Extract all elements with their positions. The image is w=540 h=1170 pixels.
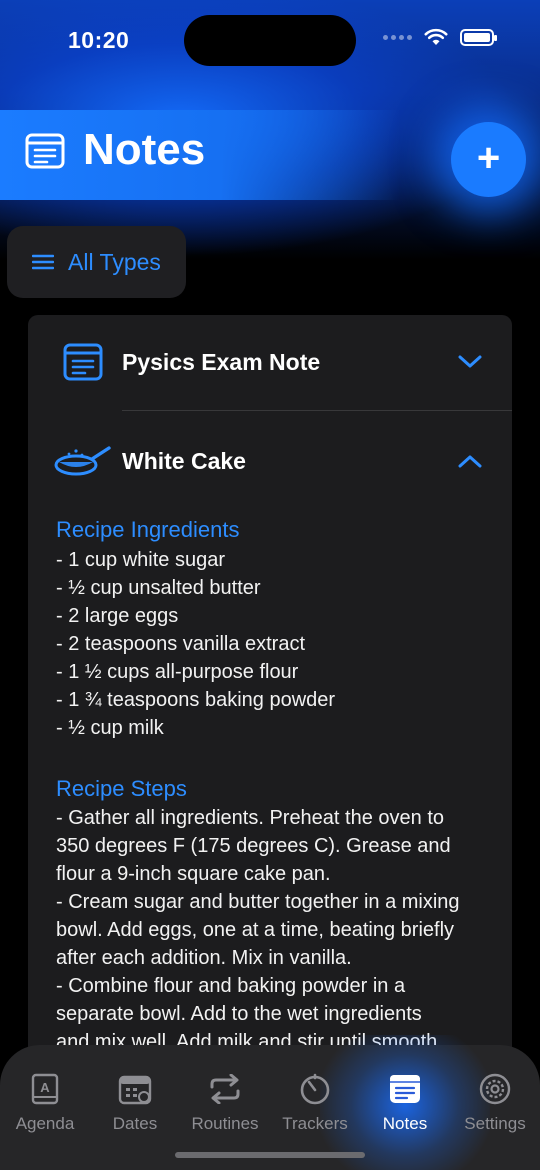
notes-icon [390,1075,420,1103]
notes-card: Pysics Exam Note White Cake Recipe Ingre… [28,315,512,1075]
status-icons [383,28,497,46]
note-row-pysics-exam[interactable]: Pysics Exam Note [28,315,512,411]
tab-label: Trackers [282,1114,348,1133]
tab-settings[interactable]: Settings [450,1072,540,1134]
page-title: Notes [83,125,206,174]
tab-routines[interactable]: Routines [180,1072,270,1134]
add-note-button[interactable]: + [451,122,526,197]
tab-agenda[interactable]: A Agenda [0,1072,90,1134]
ingredient-line: - 1 cup white sugar [56,549,225,571]
timer-icon [300,1073,330,1105]
note-title: Pysics Exam Note [122,349,321,375]
pan-icon [54,446,111,476]
svg-text:A: A [40,1080,50,1095]
step-line: after each addition. Mix in vanilla. [56,947,352,969]
chevron-down-icon[interactable] [456,353,484,371]
note-title: White Cake [122,448,246,474]
tab-notes[interactable]: Notes [360,1072,450,1134]
tab-trackers[interactable]: Trackers [270,1072,360,1134]
step-line: flour a 9-inch square cake pan. [56,863,331,885]
ingredient-line: - ½ cup unsalted butter [56,577,261,599]
filter-types-button[interactable]: All Types [7,226,186,298]
tab-label: Notes [382,1114,428,1133]
ingredient-line: - ½ cup milk [56,717,164,739]
list-icon [32,254,54,270]
step-line: separate bowl. Add to the wet ingredient… [56,1003,422,1025]
notes-header-icon [25,133,65,169]
calendar-icon [118,1075,152,1105]
battery-icon [460,28,497,46]
repeat-icon [210,1074,240,1104]
screen: 10:20 Notes + All Types Pysics Exam Note… [0,0,540,1170]
gear-icon [479,1073,511,1105]
tab-label: Agenda [15,1114,75,1133]
tab-label: Dates [112,1114,158,1133]
chevron-up-icon[interactable] [456,452,484,470]
step-line: bowl. Add eggs, one at a time, beating b… [56,919,455,941]
note-icon [63,343,103,381]
ingredient-line: - 1 ¾ teaspoons baking powder [56,689,336,711]
ingredients-heading: Recipe Ingredients [56,517,240,542]
step-line: - Gather all ingredients. Preheat the ov… [56,807,445,829]
ingredient-line: - 1 ½ cups all-purpose flour [56,661,299,683]
tab-label: Routines [191,1114,259,1133]
step-line: 350 degrees F (175 degrees C). Grease an… [56,835,451,857]
tab-dates[interactable]: Dates [90,1072,180,1134]
signal-icon [383,34,412,40]
agenda-icon: A [31,1073,59,1105]
ingredient-line: - 2 large eggs [56,605,179,627]
tab-label: Settings [464,1114,526,1133]
note-row-white-cake[interactable]: White Cake [28,411,512,507]
plus-icon: + [476,136,501,180]
step-line: - Combine flour and baking powder in a [56,975,406,997]
filter-label: All Types [68,248,161,275]
steps-heading: Recipe Steps [56,776,187,801]
ingredient-line: - 2 teaspoons vanilla extract [56,633,306,655]
dynamic-island [184,15,356,66]
status-time: 10:20 [68,27,130,53]
step-line: - Cream sugar and butter together in a m… [56,891,460,913]
home-indicator [175,1152,365,1158]
wifi-icon [424,28,448,45]
